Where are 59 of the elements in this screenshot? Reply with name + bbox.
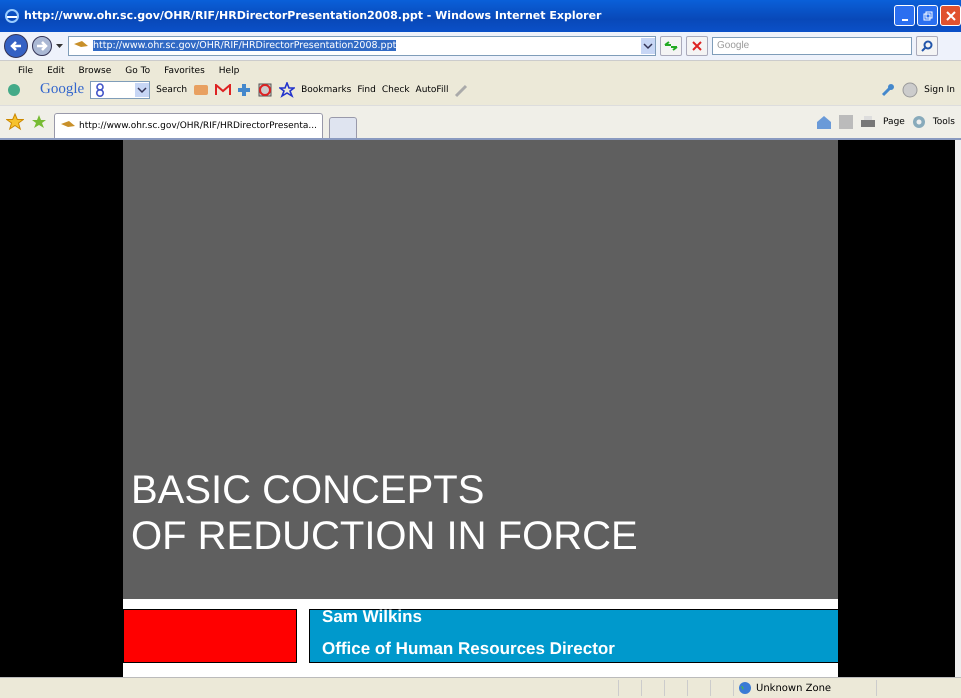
restore-button[interactable] xyxy=(917,5,938,26)
menu-item[interactable]: File xyxy=(18,66,34,76)
browser-logo-icon xyxy=(4,8,20,24)
dropdown-icon xyxy=(135,82,150,97)
refresh-button[interactable] xyxy=(660,36,682,56)
globe-icon xyxy=(6,82,22,98)
find-button[interactable]: Find xyxy=(357,84,376,95)
star-icon xyxy=(279,82,296,98)
stop-button[interactable] xyxy=(686,36,708,56)
check-button[interactable]: Check xyxy=(382,84,410,95)
add-favorite-icon xyxy=(30,112,48,131)
search-field[interactable] xyxy=(90,80,150,99)
menu-item[interactable]: Go To xyxy=(125,66,150,76)
dropdown-icon xyxy=(56,42,64,49)
presenter-role: Office of Human Resources Director xyxy=(322,638,616,660)
globe-icon xyxy=(738,681,752,696)
sign-in-button[interactable]: Sign In xyxy=(924,84,955,95)
restore-icon xyxy=(922,10,932,21)
plus-icon xyxy=(237,82,252,97)
search-icon xyxy=(921,40,933,52)
close-button[interactable] xyxy=(940,5,961,26)
tools-menu-button[interactable]: Tools xyxy=(932,116,955,127)
address-field[interactable]: http://www.ohr.sc.gov/OHR/RIF/HRDirectorPresentation2008.ppt xyxy=(68,36,656,56)
minimize-button[interactable] xyxy=(894,5,915,26)
browser-tab[interactable]: http://www.ohr.sc.gov/OHR/RIF/HRDirectorPresenta... xyxy=(54,112,324,138)
page-menu-button[interactable]: Page xyxy=(883,116,905,127)
search-button[interactable] xyxy=(916,36,938,56)
menu-item[interactable]: Browse xyxy=(78,66,112,76)
wrench-icon xyxy=(880,82,896,98)
mail-icon xyxy=(215,84,232,96)
minimize-icon xyxy=(902,18,908,21)
home-icon xyxy=(815,114,834,130)
close-icon xyxy=(692,40,702,51)
scrollbar[interactable] xyxy=(955,140,961,678)
presenter-name: Sam Wilkins xyxy=(322,606,423,628)
forward-arrow-icon xyxy=(35,38,49,53)
user-circle-icon xyxy=(902,82,918,98)
menu-item[interactable]: Favorites xyxy=(164,66,205,76)
menu-item[interactable]: Help xyxy=(218,66,240,76)
autofill-button[interactable]: AutoFill xyxy=(416,84,448,95)
forward-button[interactable] xyxy=(32,36,52,56)
printer-icon xyxy=(859,114,878,130)
back-arrow-icon xyxy=(9,38,23,53)
dropdown-icon xyxy=(641,38,655,54)
security-zone: Unknown Zone xyxy=(756,682,832,694)
refresh-icon xyxy=(664,40,678,52)
menu-item[interactable]: Edit xyxy=(47,66,64,76)
window-title: http://www.ohr.sc.gov/OHR/RIF/HRDirectorPresentation2008.ppt - Windows Internet Explorer xyxy=(24,9,602,22)
search-button[interactable]: Search xyxy=(156,84,188,95)
blocked-popup-icon xyxy=(257,82,274,98)
bookmarks-button[interactable]: Bookmarks xyxy=(301,84,352,95)
search-engine-icon xyxy=(95,82,106,97)
back-button[interactable] xyxy=(4,34,28,58)
card-icon xyxy=(193,82,210,97)
search-field[interactable]: Google xyxy=(712,36,912,55)
slide-title: BASIC CONCEPTS OF REDUCTION IN FORCE xyxy=(131,467,638,560)
toolbar-logo: Google xyxy=(40,81,84,98)
close-icon xyxy=(946,10,956,21)
star-icon xyxy=(6,112,24,131)
